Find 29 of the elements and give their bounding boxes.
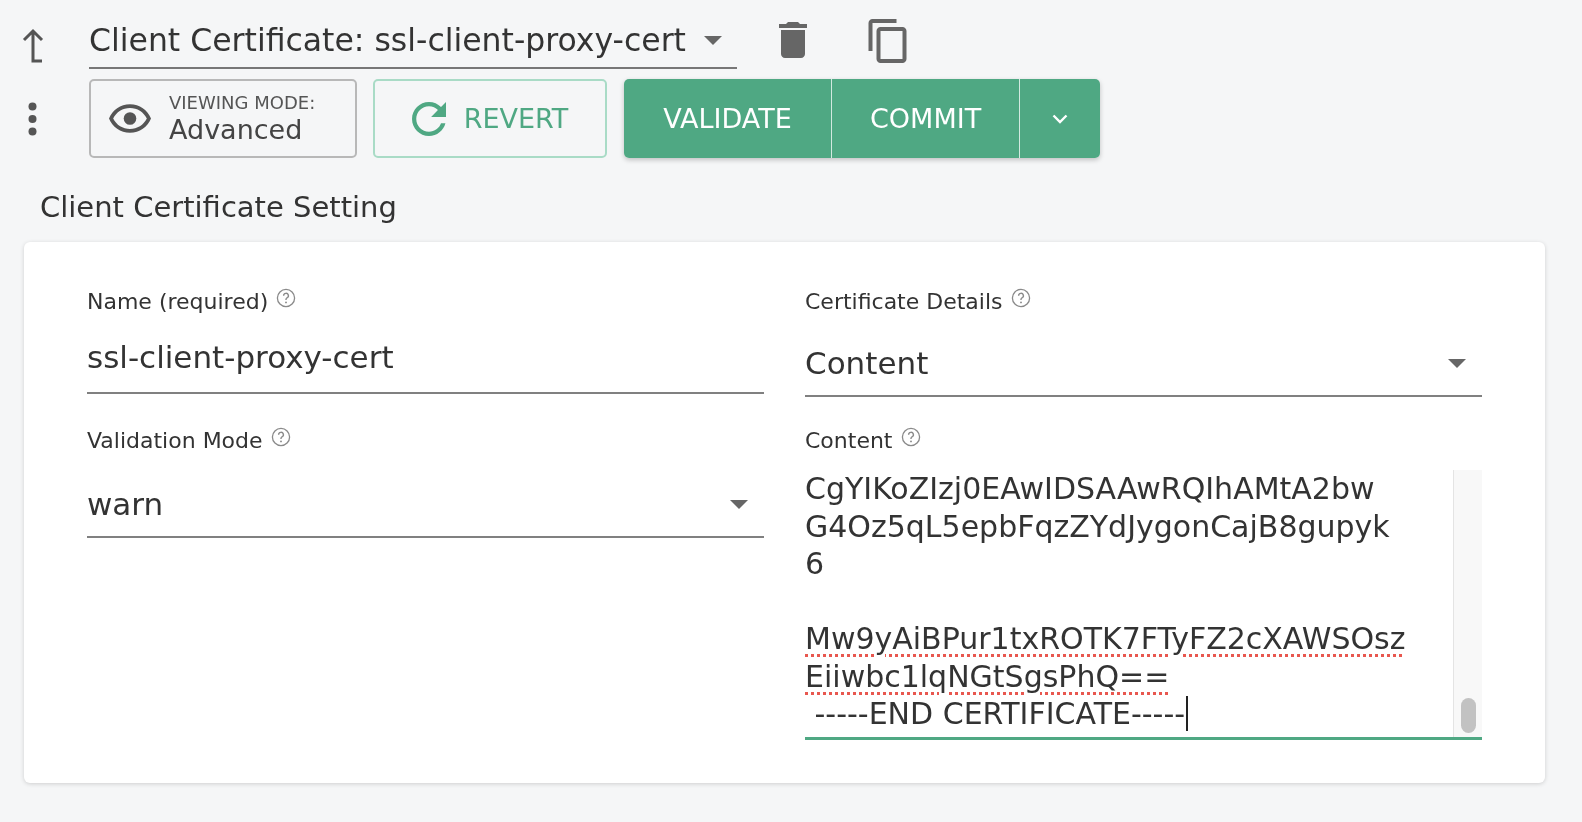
dropdown-button[interactable] <box>1019 79 1101 158</box>
select-field[interactable]: Content <box>805 315 1482 397</box>
select-field[interactable]: warn <box>87 454 764 538</box>
caret-down-icon <box>1448 358 1466 368</box>
refresh-icon <box>411 101 446 136</box>
title-select[interactable]: Client Certificate: ssl-client-proxy-cert <box>89 18 737 69</box>
viewing-mode-button[interactable]: VIEWING MODE: Advanced <box>89 79 357 158</box>
field-label: Validation Mode <box>87 428 263 454</box>
eye-icon <box>109 104 151 133</box>
up-arrow-icon[interactable] <box>21 27 45 64</box>
help-icon[interactable] <box>1010 288 1031 308</box>
caret-down-icon <box>730 499 748 509</box>
help-icon[interactable] <box>276 288 297 308</box>
scrollbar-track[interactable] <box>1453 470 1482 737</box>
caret-down-icon <box>703 36 722 45</box>
copy-icon[interactable] <box>868 18 907 63</box>
text-input[interactable]: ssl-client-proxy-cert <box>87 315 764 394</box>
help-icon[interactable] <box>900 427 921 447</box>
field-label: Certificate Details <box>805 289 1003 315</box>
scrollbar-thumb[interactable] <box>1460 697 1476 733</box>
trash-icon[interactable] <box>779 21 807 58</box>
section-heading: Client Certificate Setting <box>40 189 397 226</box>
text-cursor-icon <box>1186 696 1189 731</box>
kebab-menu-icon[interactable] <box>27 101 37 136</box>
chevron-down-icon <box>1052 113 1069 124</box>
field-label: Name (required) <box>87 289 269 315</box>
textarea-field[interactable]: CgYIKoZIzj0EAwIDSAAwRQIhAMtA2bw G4Oz5qL5epbFqzZYdJygonCajB8gupyk 6 Mw9yAiBPur1txROTK7FTyFZ2cXAWSOsz Eiiwbc1lqNGtSgsPhQ== -----END CERTIFICATE----- <box>805 470 1482 740</box>
field-label: Content <box>805 428 893 454</box>
help-icon[interactable] <box>270 427 291 447</box>
